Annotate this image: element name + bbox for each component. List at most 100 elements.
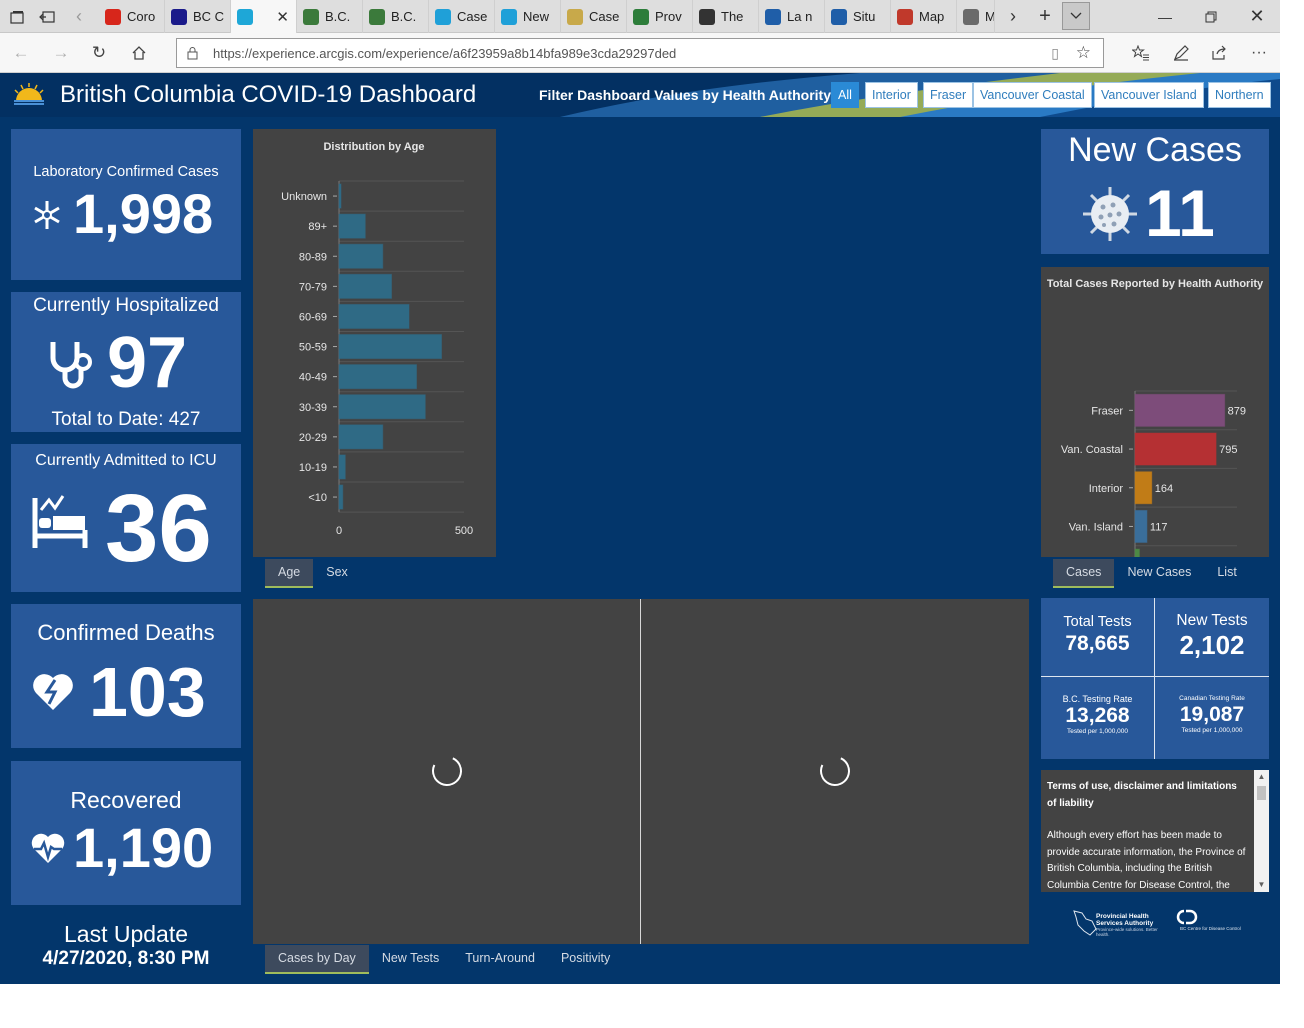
ha-panel-tabs: Cases New Cases List <box>1053 559 1250 588</box>
bar <box>1134 509 1148 543</box>
chart-title: Distribution by Age <box>323 141 424 153</box>
hospitalized-value: 97 <box>107 323 188 403</box>
browser-tab[interactable]: Coro <box>99 0 165 33</box>
category-label: 70-79 <box>299 281 327 293</box>
terms-panel[interactable]: Terms of use, disclaimer and limitations… <box>1041 770 1269 892</box>
bc-sun-logo-icon <box>14 83 44 105</box>
broken-heart-icon <box>33 674 73 710</box>
back-arrow-icon[interactable]: ← <box>4 33 38 73</box>
new-tab-icon[interactable]: + <box>1030 0 1060 33</box>
make-note-icon[interactable] <box>1164 33 1198 73</box>
fleur-de-lis-icon <box>765 8 781 25</box>
home-icon[interactable] <box>122 33 156 73</box>
hospitalized-label: Currently Hospitalized <box>33 295 219 316</box>
x-tick-label: 0 <box>336 525 342 537</box>
bar <box>338 454 346 480</box>
filter-fraser-button[interactable]: Fraser <box>923 82 974 108</box>
age-panel-tab-age[interactable]: Age <box>265 559 314 588</box>
set-tabs-aside-icon[interactable] <box>32 0 62 33</box>
daily-tab-turn-around[interactable]: Turn-Around <box>452 945 548 974</box>
tab-actions-icon[interactable] <box>2 0 32 33</box>
browser-tab[interactable]: La n <box>759 0 825 33</box>
browser-tab-title: B.C. <box>325 9 351 24</box>
browser-tab[interactable]: M <box>957 0 995 33</box>
share-icon[interactable] <box>1202 33 1236 73</box>
browser-tab[interactable]: Prov <box>627 0 693 33</box>
filter-all-button[interactable]: All <box>831 82 859 108</box>
browser-tab[interactable]: B.C. <box>363 0 429 33</box>
browser-tab[interactable]: Case <box>429 0 495 33</box>
terms-scrollbar[interactable]: ▲ ▼ <box>1254 770 1269 892</box>
restore-icon[interactable] <box>1196 0 1226 33</box>
hospitalized-card: Currently Hospitalized 97 Total to Date:… <box>11 292 241 432</box>
bar-value-label: 117 <box>1150 521 1168 533</box>
bc-map-outline-icon <box>1073 910 1097 936</box>
icu-value: 36 <box>105 475 212 582</box>
category-label: 89+ <box>308 221 327 233</box>
browser-tab[interactable]: New <box>495 0 561 33</box>
browser-tab[interactable]: B.C. <box>297 0 363 33</box>
new-cases-card: New Cases 11 <box>1041 129 1269 254</box>
browser-tab[interactable]: Map <box>891 0 957 33</box>
browser-tab[interactable]: BC C <box>165 0 231 33</box>
health-authority-chart: Total Cases Reported by Health Authority… <box>1047 278 1264 610</box>
browser-tab-title: Situ <box>853 9 876 24</box>
maple-leaf-icon <box>105 8 121 25</box>
lab-confirmed-label: Laboratory Confirmed Cases <box>33 164 219 180</box>
browser-tab-title: M <box>985 9 995 24</box>
age-panel-tab-sex[interactable]: Sex <box>313 559 361 588</box>
refresh-icon[interactable]: ↻ <box>82 33 116 73</box>
new-tests-value: 2,102 <box>1179 630 1245 660</box>
forward-arrow-icon[interactable]: → <box>44 33 78 73</box>
lab-confirmed-value: 1,998 <box>73 182 214 245</box>
browser-tab[interactable]: Case <box>561 0 627 33</box>
last-update-label: Last Update <box>63 921 189 947</box>
map-area[interactable] <box>506 129 1031 613</box>
more-menu-icon[interactable]: ··· <box>1242 33 1276 73</box>
scroll-tabs-right-icon[interactable]: › <box>998 0 1028 33</box>
tab-preview-chevron-icon[interactable] <box>1062 2 1090 30</box>
scroll-up-arrow-icon[interactable]: ▲ <box>1254 770 1269 784</box>
category-label: 60-69 <box>299 311 327 323</box>
recovered-card: Recovered 1,190 <box>11 761 241 905</box>
scroll-thumb[interactable] <box>1257 786 1266 800</box>
daily-tab-new-tests[interactable]: New Tests <box>369 945 452 974</box>
ha-panel-tab-cases[interactable]: Cases <box>1053 559 1115 588</box>
loading-spinner-icon <box>427 751 467 791</box>
terms-text: Terms of use, disclaimer and limitations… <box>1047 779 1247 892</box>
browser-tab[interactable]: The <box>693 0 759 33</box>
daily-tab-cases-by-day[interactable]: Cases by Day <box>265 945 369 974</box>
reading-view-icon[interactable]: ▯ <box>1051 45 1059 62</box>
daily-tab-positivity[interactable]: Positivity <box>548 945 623 974</box>
close-window-icon[interactable]: ✕ <box>1242 0 1272 33</box>
close-tab-icon[interactable]: ✕ <box>276 8 289 26</box>
category-label: 20-29 <box>299 432 327 444</box>
loading-spinner-icon <box>815 751 855 791</box>
favorites-hub-icon[interactable] <box>1124 33 1158 73</box>
category-label: Interior <box>1089 483 1124 495</box>
bccdc-icon <box>171 8 187 25</box>
favorite-star-icon[interactable]: ☆ <box>1076 43 1091 63</box>
category-label: <10 <box>308 492 327 504</box>
icu-label: Currently Admitted to ICU <box>35 452 217 469</box>
browser-tab[interactable]: Situ <box>825 0 891 33</box>
browser-tab[interactable]: ✕ <box>231 0 297 33</box>
deaths-label: Confirmed Deaths <box>37 620 215 645</box>
bar <box>338 364 417 390</box>
filter-vancouver-island-button[interactable]: Vancouver Island <box>1094 82 1204 108</box>
terms-title: Terms of use, disclaimer and limitations… <box>1047 781 1237 809</box>
filter-vancouver-coastal-button[interactable]: Vancouver Coastal <box>973 82 1092 108</box>
lock-icon <box>187 47 198 60</box>
scroll-tabs-left-icon[interactable]: ‹ <box>64 0 94 33</box>
category-label: 10-19 <box>299 462 327 474</box>
ha-panel-tab-list[interactable]: List <box>1204 559 1249 588</box>
ha-panel-tab-new-cases[interactable]: New Cases <box>1114 559 1204 588</box>
minimize-icon[interactable]: — <box>1150 0 1180 33</box>
filter-northern-button[interactable]: Northern <box>1208 82 1271 108</box>
browser-tab-title: Case <box>457 9 488 24</box>
url-input[interactable]: https://experience.arcgis.com/experience… <box>176 38 1104 68</box>
arcgis-experience-icon <box>237 8 253 25</box>
category-label: 40-49 <box>299 372 327 384</box>
scroll-down-arrow-icon[interactable]: ▼ <box>1254 878 1269 892</box>
filter-interior-button[interactable]: Interior <box>865 82 918 108</box>
